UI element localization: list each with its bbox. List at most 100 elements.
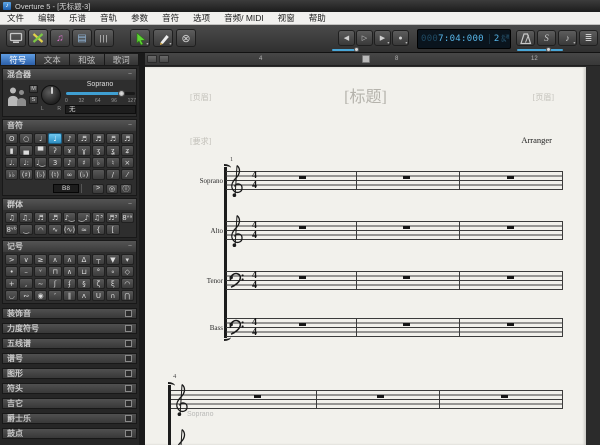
tab-symbols[interactable]: 符号 xyxy=(0,53,36,66)
grace-note-button[interactable]: ♪ xyxy=(62,157,77,168)
b8-field[interactable]: B8 xyxy=(53,184,79,193)
whole-rest[interactable] xyxy=(501,394,508,398)
tuplet-button[interactable]: 3 xyxy=(48,157,62,168)
eighth-rest-button[interactable]: ɤ xyxy=(62,145,77,156)
whole-rest[interactable] xyxy=(507,175,514,179)
beam-right-button[interactable]: ‿♪ xyxy=(77,212,91,223)
expand-icon[interactable] xyxy=(125,385,132,392)
circled-dot-button[interactable]: ◉ xyxy=(33,290,48,301)
menu-item[interactable]: 文件 xyxy=(0,12,31,24)
beamed-eighths-button[interactable]: ♫ xyxy=(5,212,19,223)
brace-button[interactable]: { xyxy=(91,224,106,235)
comma-button[interactable]: , xyxy=(19,278,33,289)
whole-rest[interactable] xyxy=(507,225,514,229)
pipe-button[interactable]: ┬ xyxy=(91,254,106,265)
device-field[interactable]: 无 xyxy=(65,105,136,114)
octave-up-button[interactable]: 8ᵛᵃ xyxy=(120,212,134,223)
volume-slider[interactable] xyxy=(66,90,135,97)
triplet-eighths-button[interactable]: ♫³ xyxy=(91,212,106,223)
eraser-tool-button[interactable]: ⊗ xyxy=(176,29,196,47)
tremolo-button[interactable]: ≈ xyxy=(77,224,91,235)
staff-soprano[interactable]: 44 xyxy=(226,164,563,198)
staccatissimo-button[interactable]: ᵛ xyxy=(33,266,48,277)
whole-rest[interactable] xyxy=(403,175,410,179)
tenuto-button[interactable]: – xyxy=(19,266,33,277)
eighth-note-button[interactable]: ♪ xyxy=(62,133,77,144)
expand-icon[interactable] xyxy=(125,370,132,377)
slider-thumb[interactable] xyxy=(354,47,359,52)
groups-panel-header[interactable]: 群体 − xyxy=(3,199,136,210)
double-sharp-button[interactable]: × xyxy=(120,157,134,168)
expand-icon[interactable] xyxy=(125,325,132,332)
tools-palette-button[interactable] xyxy=(28,29,48,47)
chevron-down-icon[interactable]: ▾ xyxy=(169,42,171,46)
tab-text[interactable]: 文本 xyxy=(35,53,70,66)
tilde-button[interactable]: ∼ xyxy=(33,278,48,289)
open-bow-button[interactable]: ⊔ xyxy=(77,266,91,277)
swing-button[interactable]: S xyxy=(537,30,556,46)
fermata-button[interactable]: ◠ xyxy=(120,278,134,289)
accent-button[interactable]: > xyxy=(5,254,19,265)
expand-icon[interactable] xyxy=(125,310,132,317)
play-options-button[interactable]: ▶ ▾ xyxy=(374,30,391,46)
bracket-button[interactable]: [ xyxy=(106,224,120,235)
whole-note-button[interactable]: ○ xyxy=(19,133,33,144)
playback-filter-button[interactable]: ◎ xyxy=(106,183,118,194)
whole-rest[interactable] xyxy=(299,175,306,179)
select-tool-button[interactable]: ▾ xyxy=(130,29,150,47)
whole-rest[interactable] xyxy=(403,322,410,326)
chevron-down-icon[interactable]: ▾ xyxy=(387,41,389,45)
glissando-button[interactable]: ∿ xyxy=(48,224,62,235)
mordent-button[interactable]: ʃ xyxy=(48,278,62,289)
sixteenth-rest-button[interactable]: ɣ xyxy=(77,145,91,156)
time-signature[interactable]: 44 xyxy=(250,271,259,290)
tied-note-button[interactable]: ♩‿ xyxy=(33,157,48,168)
dotted-note-button[interactable]: ♩. xyxy=(5,157,19,168)
blank-button[interactable] xyxy=(91,169,106,180)
half-rest-button[interactable]: ▀ xyxy=(33,145,48,156)
triplet-sixteenths-button[interactable]: ♬³ xyxy=(106,212,120,223)
tab-chords[interactable]: 和弦 xyxy=(70,53,105,66)
slash-button[interactable]: / xyxy=(106,169,120,180)
fermata-dotted-button[interactable]: ⋂ xyxy=(120,290,134,301)
marcato-staccato-button[interactable]: ʌ xyxy=(62,254,77,265)
metronome-button[interactable] xyxy=(516,30,535,46)
panel-header-noteheads[interactable]: 符头 xyxy=(2,383,137,394)
expand-icon[interactable] xyxy=(125,400,132,407)
open-circle-button[interactable]: ∘ xyxy=(106,266,120,277)
paren-sharp-button[interactable]: (♯) xyxy=(19,169,33,180)
mute-button[interactable]: M xyxy=(29,85,38,93)
panel-header-guitar[interactable]: 吉它 xyxy=(2,398,137,409)
accent-down-button[interactable]: ∨ xyxy=(19,254,33,265)
natural-button[interactable]: ♮ xyxy=(106,157,120,168)
whole-rest-button[interactable]: ▄ xyxy=(19,145,33,156)
notes-panel-header[interactable]: 音符 − xyxy=(3,120,136,131)
mixer-window-button[interactable]: ||| xyxy=(94,29,114,47)
tracks-window-button[interactable] xyxy=(6,29,26,47)
turn-button[interactable]: § xyxy=(77,278,91,289)
menu-item[interactable]: 音频/ MIDI xyxy=(217,12,271,24)
chevron-down-icon[interactable]: ▾ xyxy=(573,41,575,45)
half-note-button[interactable]: ♩ xyxy=(33,133,48,144)
tab-lyrics[interactable]: 歌词 xyxy=(104,53,139,66)
arpeggio-down-button[interactable]: ξ xyxy=(106,278,120,289)
paren-flat-button[interactable]: (♭) xyxy=(33,169,48,180)
score-page[interactable]: [页眉] [标题] [页眉] [要求] Arranger 1 Soprano 4… xyxy=(145,67,586,445)
time-signature[interactable]: 44 xyxy=(250,171,259,190)
thirty-second-rest-button[interactable]: ʒ xyxy=(91,145,106,156)
octave-down-button[interactable]: 8ᵛᵇ xyxy=(5,224,19,235)
menu-item[interactable]: 参数 xyxy=(124,12,155,24)
fermata-down-button[interactable]: ◡ xyxy=(5,290,19,301)
marks-panel-header[interactable]: 记号 − xyxy=(3,241,136,252)
whole-rest[interactable] xyxy=(254,394,261,398)
diamond-button[interactable]: ◇ xyxy=(120,266,134,277)
slider-thumb[interactable] xyxy=(117,90,125,97)
expand-icon[interactable] xyxy=(125,355,132,362)
play-button[interactable]: ▷ xyxy=(356,30,373,46)
double-dotted-note-button[interactable]: ♩: xyxy=(19,157,33,168)
page-view-button[interactable] xyxy=(147,55,157,63)
paren-double-flat-button[interactable]: (♭) xyxy=(77,169,91,180)
thirty-second-note-button[interactable]: ♬ xyxy=(91,133,106,144)
accent-filter-button[interactable]: > xyxy=(92,183,104,194)
arranger-label[interactable]: Arranger xyxy=(521,135,552,145)
